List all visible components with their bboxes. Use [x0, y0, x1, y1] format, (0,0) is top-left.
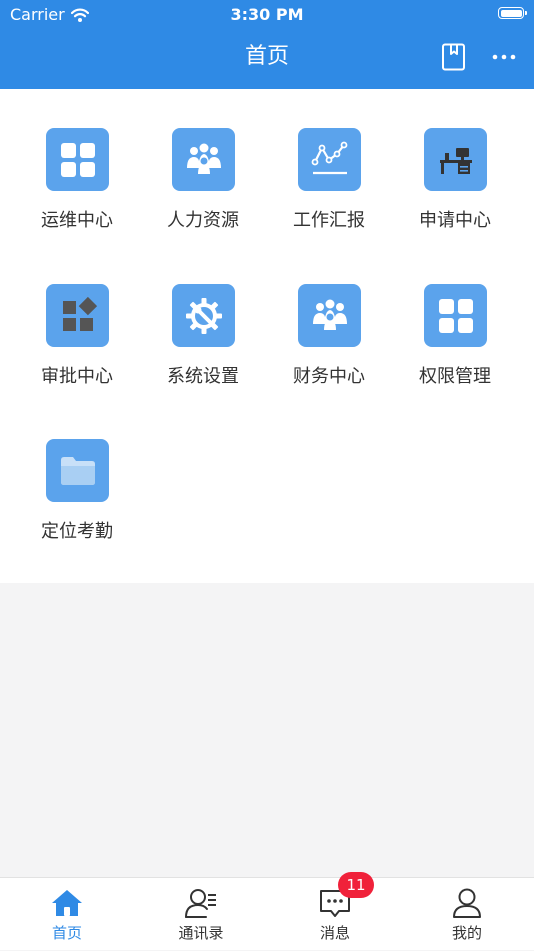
gear-wrench-icon — [172, 284, 235, 347]
module-grid: 运维中心 人力资源 工作汇报 申请中心 审批中心 系统设置 财务中心 权限管理 … — [0, 89, 534, 583]
module-label: 审批中心 — [41, 366, 113, 387]
module-work-report[interactable]: 工作汇报 — [266, 89, 392, 231]
tab-label: 我的 — [451, 924, 482, 942]
bookmark-icon — [442, 43, 465, 71]
module-label: 申请中心 — [419, 210, 491, 231]
module-label: 运维中心 — [41, 210, 113, 231]
app-header: Carrier 3:30 PM 首页 — [0, 0, 534, 89]
status-time: 3:30 PM — [230, 5, 304, 24]
folder-icon — [46, 439, 109, 502]
module-label: 人力资源 — [167, 210, 239, 231]
people-icon — [172, 128, 235, 191]
module-label: 定位考勤 — [41, 521, 113, 542]
message-badge: 11 — [338, 872, 374, 898]
more-button[interactable] — [490, 47, 518, 67]
blocks-icon — [46, 284, 109, 347]
profile-icon — [450, 886, 484, 920]
people-icon — [298, 284, 361, 347]
module-ops-center[interactable]: 运维中心 — [14, 89, 140, 231]
module-label: 财务中心 — [293, 366, 365, 387]
tab-messages[interactable]: 消息 — [268, 878, 402, 951]
bookmark-button[interactable] — [441, 43, 467, 71]
desk-icon — [424, 128, 487, 191]
grid-icon — [46, 128, 109, 191]
module-label: 权限管理 — [419, 366, 491, 387]
status-bar: Carrier 3:30 PM — [0, 0, 534, 28]
module-hr[interactable]: 人力资源 — [140, 89, 266, 231]
module-label: 系统设置 — [167, 366, 239, 387]
bottom-tab-bar: 首页 通讯录 消息 我的 — [0, 877, 534, 950]
module-system-settings[interactable]: 系统设置 — [140, 245, 266, 387]
tab-label: 通讯录 — [178, 924, 224, 942]
tab-home[interactable]: 首页 — [0, 878, 134, 951]
line-chart-icon — [298, 128, 361, 191]
tab-label: 首页 — [51, 924, 82, 942]
tab-contacts[interactable]: 通讯录 — [134, 878, 268, 951]
module-approval-center[interactable]: 审批中心 — [14, 245, 140, 387]
module-location-attendance[interactable]: 定位考勤 — [14, 400, 140, 542]
module-finance-center[interactable]: 财务中心 — [266, 245, 392, 387]
battery-icon — [498, 7, 527, 19]
contacts-icon — [184, 886, 218, 920]
home-icon — [50, 886, 84, 920]
more-icon — [492, 54, 516, 60]
tab-profile[interactable]: 我的 — [400, 878, 534, 951]
module-permission-management[interactable]: 权限管理 — [392, 245, 518, 387]
module-application-center[interactable]: 申请中心 — [392, 89, 518, 231]
grid-icon — [424, 284, 487, 347]
tab-label: 消息 — [319, 924, 350, 942]
module-label: 工作汇报 — [293, 210, 365, 231]
